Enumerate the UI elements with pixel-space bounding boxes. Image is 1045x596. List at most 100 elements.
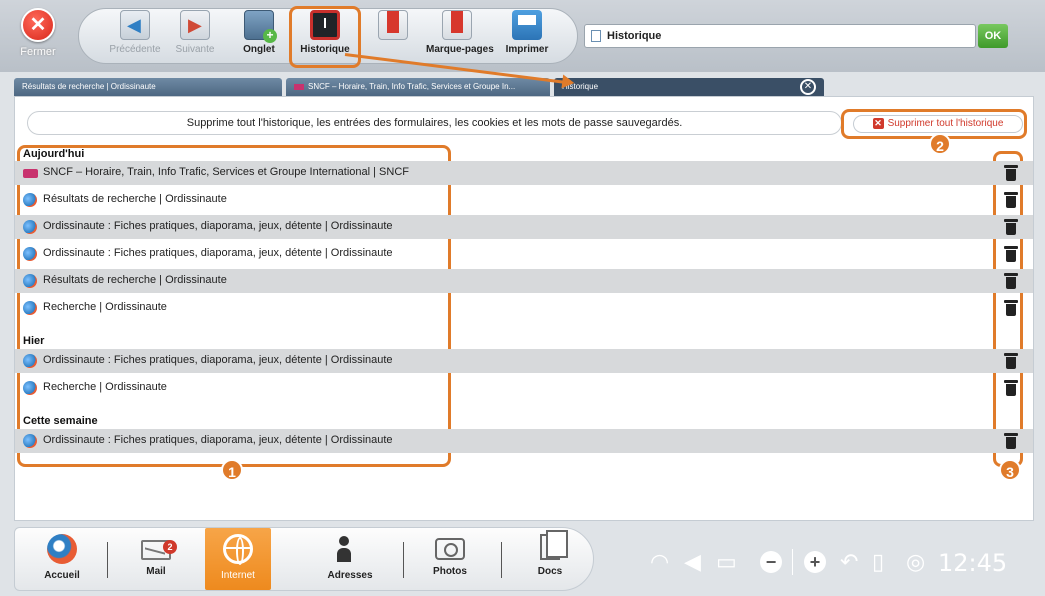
dock-docs[interactable]: Docs (517, 530, 583, 588)
undo-icon[interactable]: ↶ (840, 551, 858, 573)
close-icon: ✕ (21, 8, 55, 42)
clear-history-notice: Supprime tout l'historique, les entrées … (27, 111, 842, 135)
dock-internet-label: Internet (221, 570, 255, 581)
printer-icon (512, 10, 542, 40)
previous-button[interactable]: Précédente (104, 10, 166, 68)
bookmarks-button[interactable]: Marque-pages (426, 10, 494, 68)
mail-badge: 2 (163, 540, 177, 554)
trash-icon[interactable] (1004, 300, 1018, 316)
print-button[interactable]: Imprimer (496, 10, 558, 68)
tab-label: Résultats de recherche | Ordissinaute (22, 82, 156, 91)
forward-arrow-icon (180, 10, 210, 40)
ordissinaute-icon (23, 220, 37, 234)
history-row[interactable]: Ordissinaute : Fiches pratiques, diapora… (15, 349, 1033, 373)
trash-icon[interactable] (1004, 433, 1018, 449)
new-tab-button[interactable]: Onglet (228, 10, 290, 68)
zoom-out-icon[interactable]: − (760, 551, 782, 573)
trash-icon[interactable] (1004, 192, 1018, 208)
section-today: Aujourd'hui (23, 148, 85, 160)
help-icon[interactable]: ◎ (906, 551, 925, 573)
dock-docs-label: Docs (537, 566, 563, 577)
history-row[interactable]: Recherche | Ordissinaute (15, 296, 1033, 320)
close-button[interactable]: ✕ Fermer (10, 6, 66, 68)
history-button-highlight (289, 6, 361, 68)
next-button[interactable]: Suivante (164, 10, 226, 68)
top-toolbar: ✕ Fermer Précédente Suivante Onglet Hist… (0, 0, 1045, 72)
history-row-title: Ordissinaute : Fiches pratiques, diapora… (43, 220, 393, 232)
ordissinaute-icon (23, 301, 37, 315)
dock-addresses[interactable]: Adresses (317, 532, 383, 588)
contacts-icon (335, 534, 365, 564)
page-icon (591, 30, 601, 42)
history-row-title: Recherche | Ordissinaute (43, 301, 167, 313)
volume-icon[interactable]: ◀ (684, 551, 701, 573)
sncf-icon (23, 169, 38, 178)
ordissinaute-icon (23, 274, 37, 288)
history-row[interactable]: Résultats de recherche | Ordissinaute (15, 188, 1033, 212)
dock-internet[interactable]: Internet (205, 528, 271, 590)
history-row-title: SNCF – Horaire, Train, Info Trafic, Serv… (43, 166, 409, 178)
history-row[interactable]: Résultats de recherche | Ordissinaute (15, 269, 1033, 293)
new-tab-label: Onglet (243, 44, 275, 55)
previous-label: Précédente (109, 44, 161, 55)
section-this-week: Cette semaine (23, 415, 98, 427)
bookmarks-icon (442, 10, 472, 40)
status-separator (792, 549, 793, 575)
dock-separator (403, 542, 404, 578)
history-row-title: Résultats de recherche | Ordissinaute (43, 274, 227, 286)
close-tab-icon[interactable]: ✕ (800, 79, 816, 95)
tab-search-results[interactable]: Résultats de recherche | Ordissinaute (14, 78, 282, 96)
documents-icon (540, 530, 568, 560)
tab-bar: Résultats de recherche | Ordissinaute SN… (14, 78, 1034, 96)
dock-mail[interactable]: 2 Mail (123, 532, 189, 588)
history-row[interactable]: Ordissinaute : Fiches pratiques, diapora… (15, 429, 1033, 453)
ordissinaute-icon (23, 193, 37, 207)
bookmark-icon (378, 10, 408, 40)
history-row-title: Ordissinaute : Fiches pratiques, diapora… (43, 354, 393, 366)
wifi-icon: ◠ (650, 549, 670, 574)
bookmarks-label: Marque-pages (426, 44, 494, 55)
print-label: Imprimer (505, 44, 549, 55)
trash-icon[interactable]: ▯ (872, 551, 884, 573)
sncf-icon (294, 83, 304, 90)
address-bar-value: Historique (607, 30, 662, 42)
callout-badge-3: 3 (999, 459, 1021, 481)
clock: 12:45 (938, 549, 1008, 577)
history-row[interactable]: Ordissinaute : Fiches pratiques, diapora… (15, 242, 1033, 266)
trash-icon[interactable] (1004, 380, 1018, 396)
history-row-title: Ordissinaute : Fiches pratiques, diapora… (43, 247, 393, 259)
history-row-title: Ordissinaute : Fiches pratiques, diapora… (43, 434, 393, 446)
callout-badge-1: 1 (221, 459, 243, 481)
zoom-in-icon[interactable]: + (804, 551, 826, 573)
dock-addresses-label: Adresses (327, 570, 373, 581)
trash-icon[interactable] (1004, 165, 1018, 181)
history-row-title: Résultats de recherche | Ordissinaute (43, 193, 227, 205)
trash-icon[interactable] (1004, 273, 1018, 289)
new-tab-icon (244, 10, 277, 43)
back-arrow-icon (120, 10, 150, 40)
callout-badge-2: 2 (929, 133, 951, 155)
camera-icon (435, 538, 465, 560)
tab-history[interactable]: Historique ✕ (554, 78, 824, 96)
dock-photos[interactable]: Photos (417, 532, 483, 588)
app-dock: Accueil 2 Mail Internet Adresses Photos … (14, 527, 594, 591)
tab-sncf[interactable]: SNCF – Horaire, Train, Info Trafic, Serv… (286, 78, 550, 96)
dock-home-label: Accueil (44, 570, 80, 581)
mail-icon: 2 (141, 540, 177, 560)
trash-icon[interactable] (1004, 246, 1018, 262)
address-bar[interactable]: Historique (584, 24, 976, 48)
dock-home[interactable]: Accueil (29, 532, 95, 588)
history-row[interactable]: Ordissinaute : Fiches pratiques, diapora… (15, 215, 1033, 239)
close-label: Fermer (20, 46, 56, 58)
history-row[interactable]: Recherche | Ordissinaute (15, 376, 1033, 400)
ordissinaute-icon (23, 434, 37, 448)
section-yesterday: Hier (23, 335, 45, 347)
history-row[interactable]: SNCF – Horaire, Train, Info Trafic, Serv… (15, 161, 1033, 185)
trash-icon[interactable] (1004, 219, 1018, 235)
go-button[interactable]: OK (978, 24, 1008, 48)
ordissinaute-icon (23, 354, 37, 368)
ordissinaute-icon (23, 381, 37, 395)
trash-icon[interactable] (1004, 353, 1018, 369)
dock-photos-label: Photos (433, 566, 467, 577)
home-icon (47, 534, 77, 564)
